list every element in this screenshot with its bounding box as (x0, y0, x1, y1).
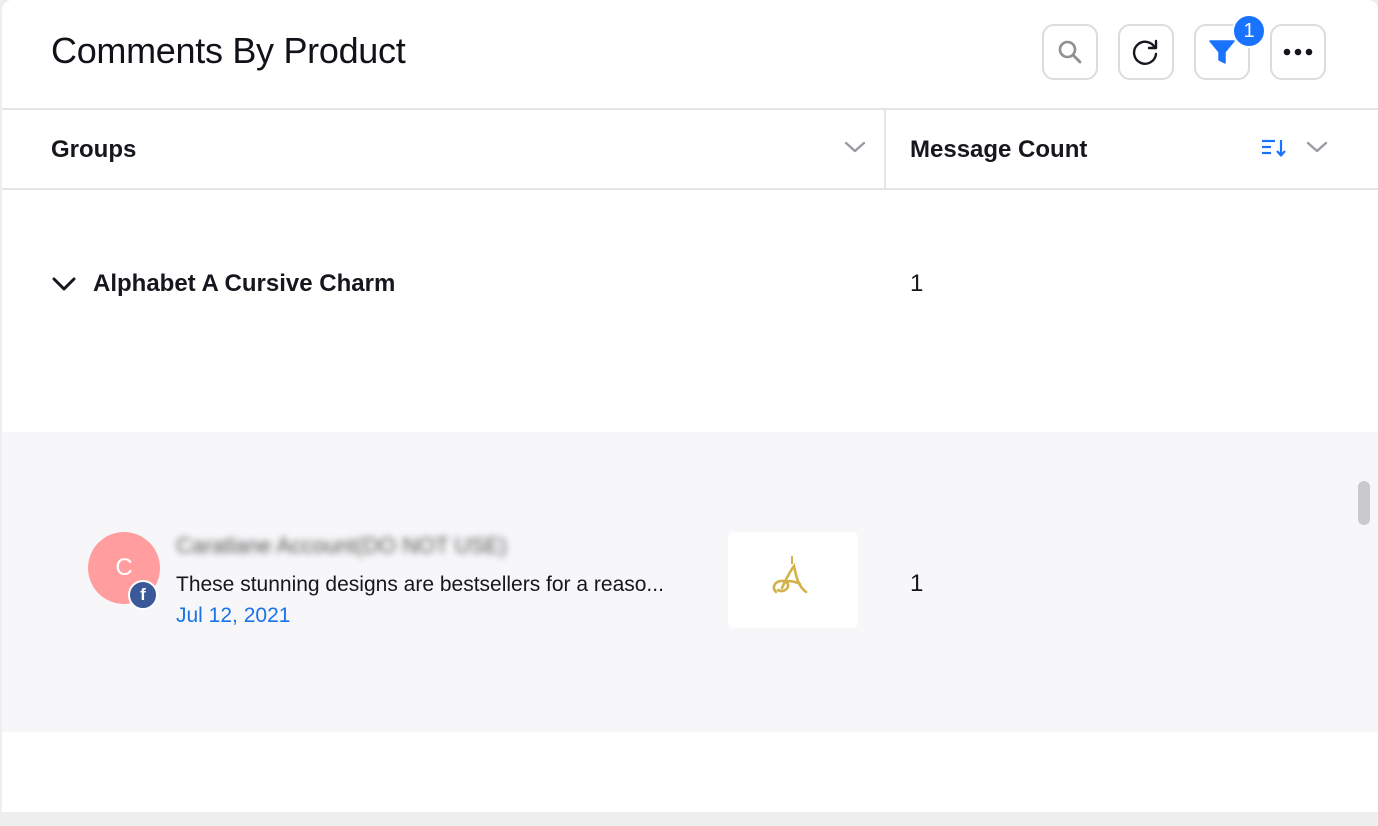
search-icon (1058, 40, 1082, 64)
message-count-column-menu-chevron-icon[interactable] (1306, 140, 1328, 154)
product-thumbnail[interactable] (728, 532, 858, 628)
groups-column-menu-chevron-icon[interactable] (844, 140, 866, 154)
vertical-scrollbar-thumb[interactable] (1358, 481, 1370, 525)
refresh-button[interactable] (1118, 24, 1174, 80)
group-name: Alphabet A Cursive Charm (93, 270, 396, 297)
sort-descending-icon[interactable] (1261, 138, 1287, 158)
group-row[interactable]: Alphabet A Cursive Charm 1 (2, 190, 1378, 432)
message-text[interactable]: These stunning designs are bestsellers f… (176, 573, 664, 597)
message-row[interactable]: C f Caratlane Account(DO NOT USE) These … (2, 432, 1378, 732)
widget-header: Comments By Product 1 (2, 0, 1378, 110)
more-options-button[interactable] (1270, 24, 1326, 80)
column-header-groups[interactable]: Groups (51, 136, 136, 164)
more-icon (1283, 48, 1313, 56)
column-header-message-count[interactable]: Message Count (910, 136, 1087, 164)
widget-card: Comments By Product 1 Groups Message Cou… (2, 0, 1378, 812)
filter-icon (1209, 40, 1235, 64)
widget-title: Comments By Product (51, 30, 406, 71)
message-date[interactable]: Jul 12, 2021 (176, 604, 290, 628)
table-header: Groups Message Count (2, 110, 1378, 190)
message-author: Caratlane Account(DO NOT USE) (176, 533, 507, 558)
cursive-a-charm-image (772, 556, 808, 594)
facebook-icon: f (128, 580, 158, 610)
collapse-chevron-icon[interactable] (52, 276, 76, 292)
message-count-value: 1 (910, 570, 924, 597)
search-button[interactable] (1042, 24, 1098, 80)
group-message-count: 1 (910, 270, 924, 297)
column-divider[interactable] (884, 110, 886, 188)
refresh-icon (1132, 39, 1158, 65)
filter-count-badge: 1 (1232, 14, 1266, 48)
